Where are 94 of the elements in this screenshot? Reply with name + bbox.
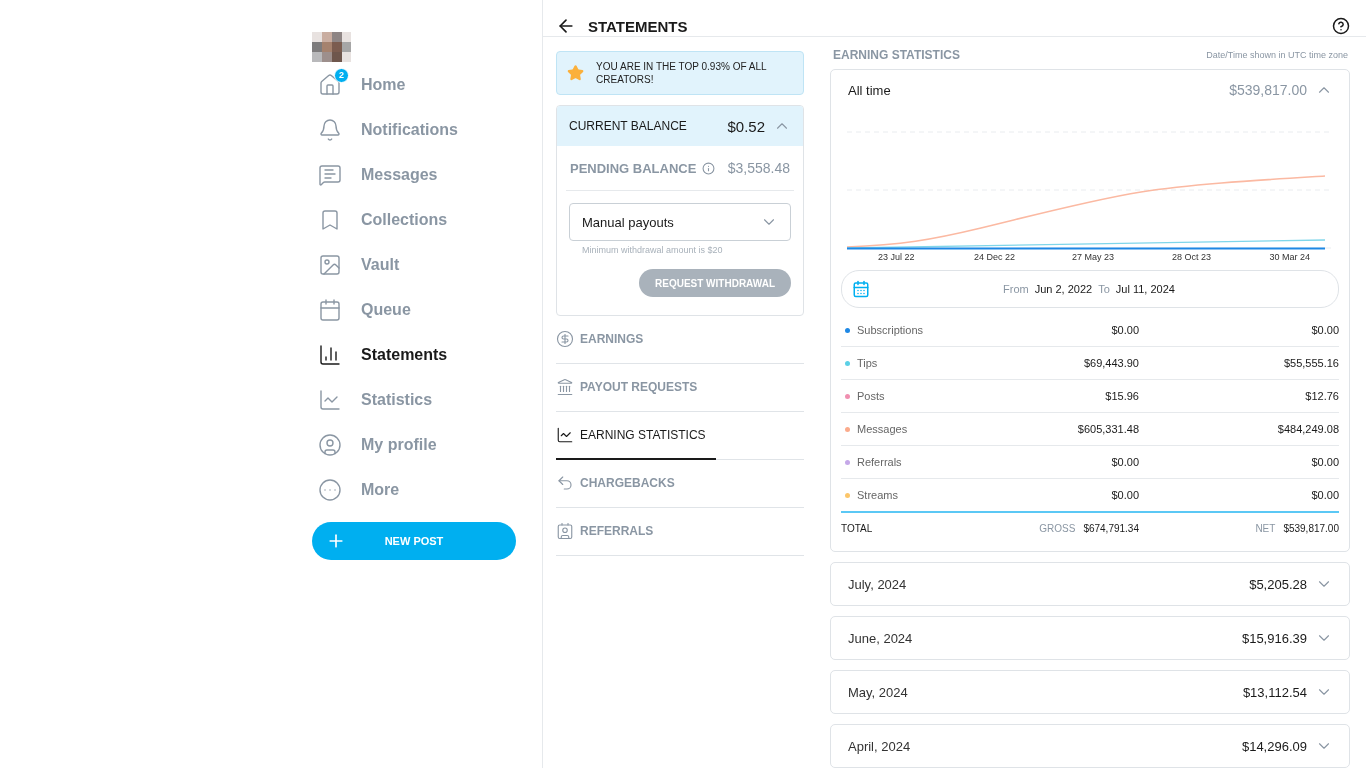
month-row[interactable]: July, 2024 $5,205.28 bbox=[830, 562, 1350, 606]
notification-badge: 2 bbox=[334, 67, 349, 83]
date-range-field[interactable]: From Jun 2, 2022 To Jul 11, 2024 bbox=[841, 270, 1339, 308]
net-amount: $0.00 bbox=[1310, 324, 1339, 336]
user-circle-icon bbox=[318, 432, 342, 457]
message-icon bbox=[318, 162, 342, 187]
month-amount: $14,296.09 bbox=[1241, 738, 1307, 754]
tab[interactable]: EARNING STATISTICS bbox=[556, 412, 716, 460]
category-name: Messages bbox=[857, 423, 909, 435]
summary-header[interactable]: All time $539,817.00 bbox=[841, 70, 1339, 110]
calendar-icon bbox=[852, 280, 870, 298]
month-row[interactable]: April, 2024 $14,296.09 bbox=[830, 724, 1350, 768]
period-label: All time bbox=[848, 82, 892, 98]
category-name: Tips bbox=[857, 357, 879, 369]
help-icon[interactable] bbox=[1332, 17, 1350, 35]
to-date: Jul 11, 2024 bbox=[1115, 283, 1175, 295]
axis-label: 28 Oct 23 bbox=[1170, 252, 1212, 262]
undo-icon bbox=[556, 474, 574, 492]
month-label: April, 2024 bbox=[848, 738, 912, 754]
from-label: From bbox=[1003, 283, 1029, 295]
net-amount: $12.76 bbox=[1304, 390, 1339, 402]
month-amount: $5,205.28 bbox=[1249, 576, 1307, 592]
month-label: July, 2024 bbox=[848, 576, 908, 592]
net-amount: $0.00 bbox=[1310, 456, 1339, 468]
nav-item[interactable]: 2 Home bbox=[312, 62, 508, 107]
net-total: $539,817.00 bbox=[1283, 522, 1339, 534]
tab[interactable]: REFERRALS bbox=[556, 508, 654, 556]
contact-icon bbox=[556, 522, 574, 540]
line-chart-icon bbox=[556, 426, 574, 444]
nav-item[interactable]: Notifications bbox=[312, 107, 508, 152]
month-label: May, 2024 bbox=[848, 684, 909, 700]
tab[interactable]: EARNINGS bbox=[556, 316, 644, 364]
nav-item[interactable]: More bbox=[312, 467, 508, 512]
nav-item[interactable]: Statistics bbox=[312, 377, 508, 422]
month-amount: $15,916.39 bbox=[1241, 630, 1307, 646]
month-row[interactable]: June, 2024 $15,916.39 bbox=[830, 616, 1350, 660]
hint-text: Minimum withdrawal amount is $20 bbox=[582, 245, 724, 255]
pending-label: PENDING BALANCE bbox=[570, 160, 697, 176]
month-label: June, 2024 bbox=[848, 630, 914, 646]
payout-select[interactable]: Manual payouts bbox=[569, 203, 791, 241]
to-label: To bbox=[1098, 283, 1110, 295]
axis-label: 24 Dec 22 bbox=[973, 252, 1017, 262]
nav-item[interactable]: Messages bbox=[312, 152, 508, 197]
axis-label: 30 Mar 24 bbox=[1268, 252, 1312, 262]
category-name: Streams bbox=[857, 489, 899, 501]
nav-item[interactable]: Vault bbox=[312, 242, 508, 287]
total-label: TOTAL bbox=[841, 522, 874, 534]
month-row[interactable]: May, 2024 $13,112.54 bbox=[830, 670, 1350, 714]
from-date: Jun 2, 2022 bbox=[1034, 283, 1093, 295]
gross-amount: $0.00 bbox=[1110, 324, 1139, 336]
gross-amount: $69,443.90 bbox=[1082, 357, 1139, 369]
gross-amount: $0.00 bbox=[1110, 456, 1139, 468]
gross-label: GROSS bbox=[1039, 522, 1076, 534]
rank-text: YOU ARE IN THE TOP 0.93% OF ALL CREATORS! bbox=[596, 60, 768, 86]
net-amount: $0.00 bbox=[1310, 489, 1339, 501]
nav-item[interactable]: Queue bbox=[312, 287, 508, 332]
gross-amount: $605,331.48 bbox=[1076, 423, 1139, 435]
tab[interactable]: PAYOUT REQUESTS bbox=[556, 364, 698, 412]
nav-item[interactable]: My profile bbox=[312, 422, 508, 467]
calendar-icon bbox=[318, 297, 342, 322]
category-name: Referrals bbox=[857, 456, 903, 468]
ellipsis-icon bbox=[318, 477, 342, 502]
period-amount: $539,817.00 bbox=[1229, 82, 1307, 98]
line-chart-icon bbox=[318, 387, 342, 412]
category-name: Posts bbox=[857, 390, 886, 402]
bank-icon bbox=[556, 378, 574, 396]
gross-amount: $0.00 bbox=[1110, 489, 1139, 501]
gross-total: $674,791.34 bbox=[1083, 522, 1139, 534]
category-name: Subscriptions bbox=[857, 324, 925, 336]
axis-label: 23 Jul 22 bbox=[876, 252, 916, 262]
star-icon bbox=[567, 63, 585, 83]
page-title: STATEMENTS bbox=[588, 17, 689, 35]
nav-item[interactable]: Collections bbox=[312, 197, 508, 242]
timezone-note: Date/Time shown in UTC time zone bbox=[1206, 50, 1348, 60]
net-amount: $484,249.08 bbox=[1276, 423, 1339, 435]
bell-icon bbox=[318, 117, 342, 142]
balance-label: CURRENT BALANCE bbox=[569, 119, 688, 133]
image-icon bbox=[318, 252, 342, 277]
net-amount: $55,555.16 bbox=[1282, 357, 1339, 369]
tab[interactable]: CHARGEBACKS bbox=[556, 460, 675, 508]
section-title: EARNING STATISTICS bbox=[833, 48, 960, 62]
pending-amount: $3,558.48 bbox=[727, 160, 790, 176]
dollar-icon bbox=[556, 330, 574, 348]
gross-amount: $15.96 bbox=[1104, 390, 1139, 402]
info-icon[interactable] bbox=[702, 161, 716, 175]
balance-amount: $0.52 bbox=[727, 117, 765, 135]
nav-item[interactable]: Statements bbox=[312, 332, 508, 377]
bar-chart-icon bbox=[318, 342, 342, 367]
month-amount: $13,112.54 bbox=[1242, 684, 1307, 700]
new-post-button[interactable]: NEW POST bbox=[312, 522, 516, 560]
axis-label: 27 May 23 bbox=[1071, 252, 1116, 262]
house-icon bbox=[318, 72, 342, 97]
balance-header[interactable]: CURRENT BALANCE $0.52 bbox=[557, 106, 803, 146]
net-label: NET bbox=[1255, 522, 1276, 534]
